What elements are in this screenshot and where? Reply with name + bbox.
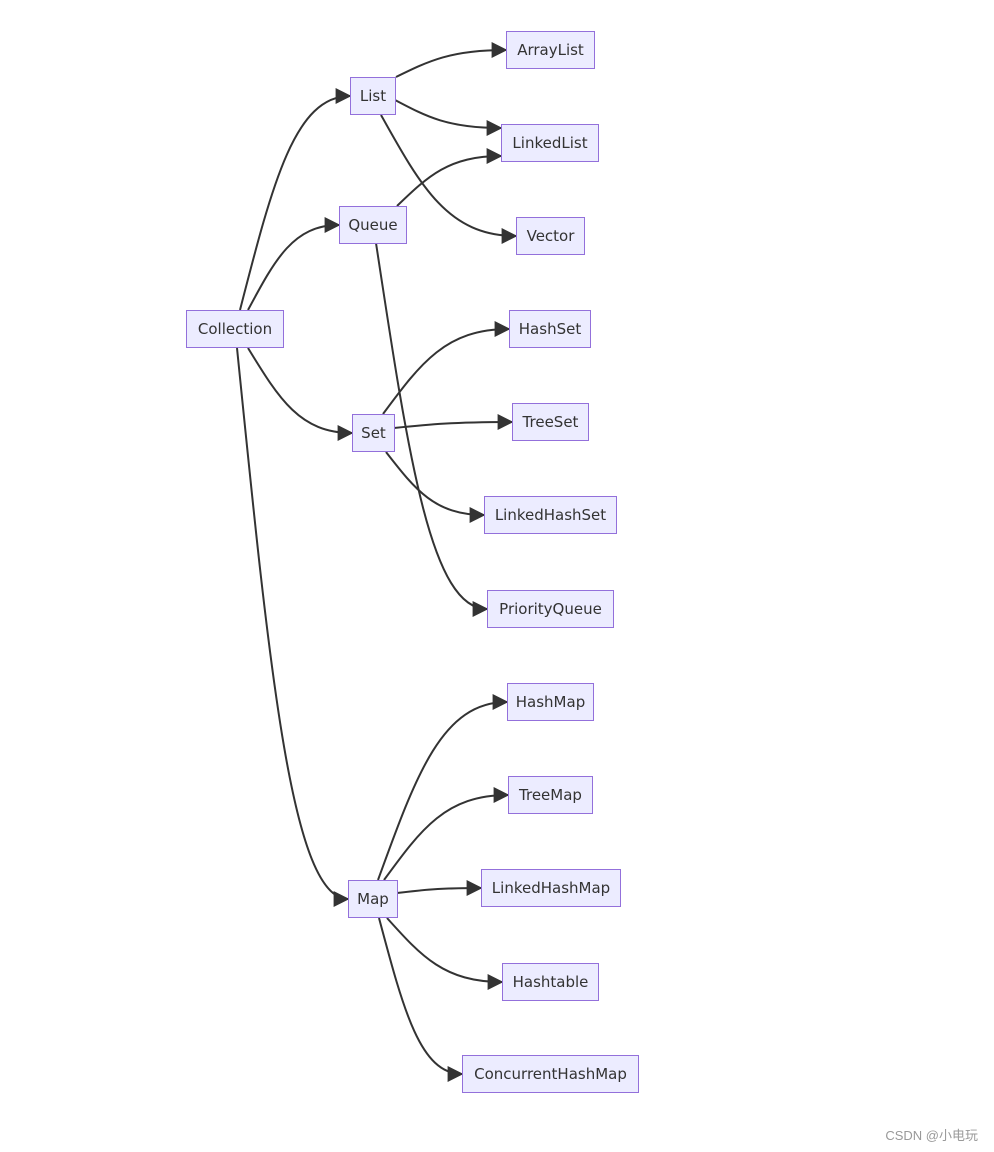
node-label: LinkedHashMap	[491, 879, 611, 897]
node-concurrenthashmap: ConcurrentHashMap	[462, 1055, 639, 1093]
node-label: Map	[357, 890, 389, 908]
node-label: TreeSet	[522, 413, 579, 431]
edge-list-to-arraylist	[395, 42, 508, 78]
node-list: List	[350, 77, 396, 115]
node-linkedhashset: LinkedHashSet	[484, 496, 617, 534]
edge-collection-to-queue	[247, 217, 341, 311]
node-linkedhashmap: LinkedHashMap	[481, 869, 621, 907]
watermark: CSDN @小电玩	[885, 1128, 978, 1143]
node-label: HashSet	[518, 320, 582, 338]
node-priorityqueue: PriorityQueue	[487, 590, 614, 628]
edge-map-to-hashmap	[377, 694, 509, 881]
node-label: LinkedList	[512, 134, 588, 152]
node-label: ConcurrentHashMap	[474, 1065, 627, 1083]
node-treemap: TreeMap	[508, 776, 593, 814]
edge-list-to-linkedlist	[394, 99, 503, 136]
node-treeset: TreeSet	[512, 403, 589, 441]
edge-map-to-concurrenthashmap	[378, 917, 464, 1082]
node-label: HashMap	[515, 693, 586, 711]
node-queue: Queue	[339, 206, 407, 244]
node-label: PriorityQueue	[499, 600, 602, 618]
edge-map-to-hashtable	[386, 917, 504, 990]
diagram-edges	[236, 42, 518, 1082]
edge-set-to-treeset	[393, 414, 514, 431]
node-vector: Vector	[516, 217, 585, 255]
edge-set-to-linkedhashset	[385, 451, 486, 523]
edge-queue-to-linkedlist	[396, 148, 503, 207]
node-hashmap: HashMap	[507, 683, 594, 721]
node-set: Set	[352, 414, 395, 452]
edge-collection-to-list	[239, 88, 352, 311]
node-label: LinkedHashSet	[494, 506, 607, 524]
node-hashtable: Hashtable	[502, 963, 599, 1001]
node-label: Vector	[526, 227, 575, 245]
edge-collection-to-set	[247, 347, 354, 441]
edge-map-to-treemap	[383, 787, 510, 881]
node-arraylist: ArrayList	[506, 31, 595, 69]
node-label: Queue	[348, 216, 398, 234]
edge-map-to-linkedhashmap	[396, 880, 483, 897]
node-linkedlist: LinkedList	[501, 124, 599, 162]
node-label: Collection	[197, 320, 273, 338]
node-collection: Collection	[186, 310, 284, 348]
node-label: ArrayList	[517, 41, 584, 59]
node-label: TreeMap	[519, 786, 582, 804]
node-label: Set	[361, 424, 386, 442]
node-label: Hashtable	[512, 973, 589, 991]
node-label: List	[359, 87, 387, 105]
node-map: Map	[348, 880, 398, 918]
node-hashset: HashSet	[509, 310, 591, 348]
